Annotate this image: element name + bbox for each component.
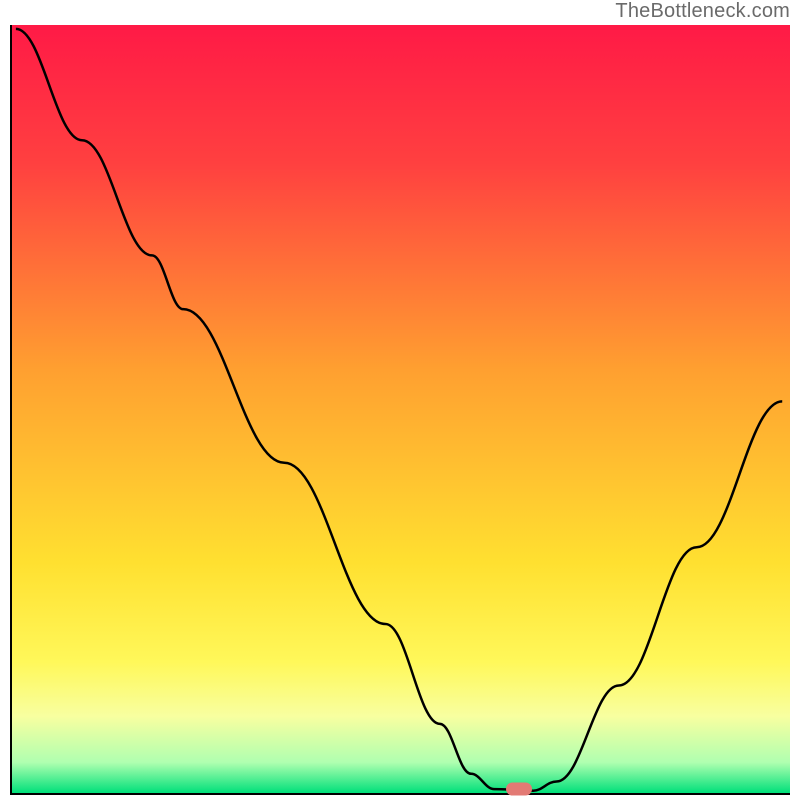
watermark-text: TheBottleneck.com [615, 0, 790, 23]
bottleneck-chart [10, 25, 790, 795]
chart-svg [12, 25, 790, 793]
gradient-background [12, 25, 790, 793]
optimal-point-marker [506, 783, 532, 796]
